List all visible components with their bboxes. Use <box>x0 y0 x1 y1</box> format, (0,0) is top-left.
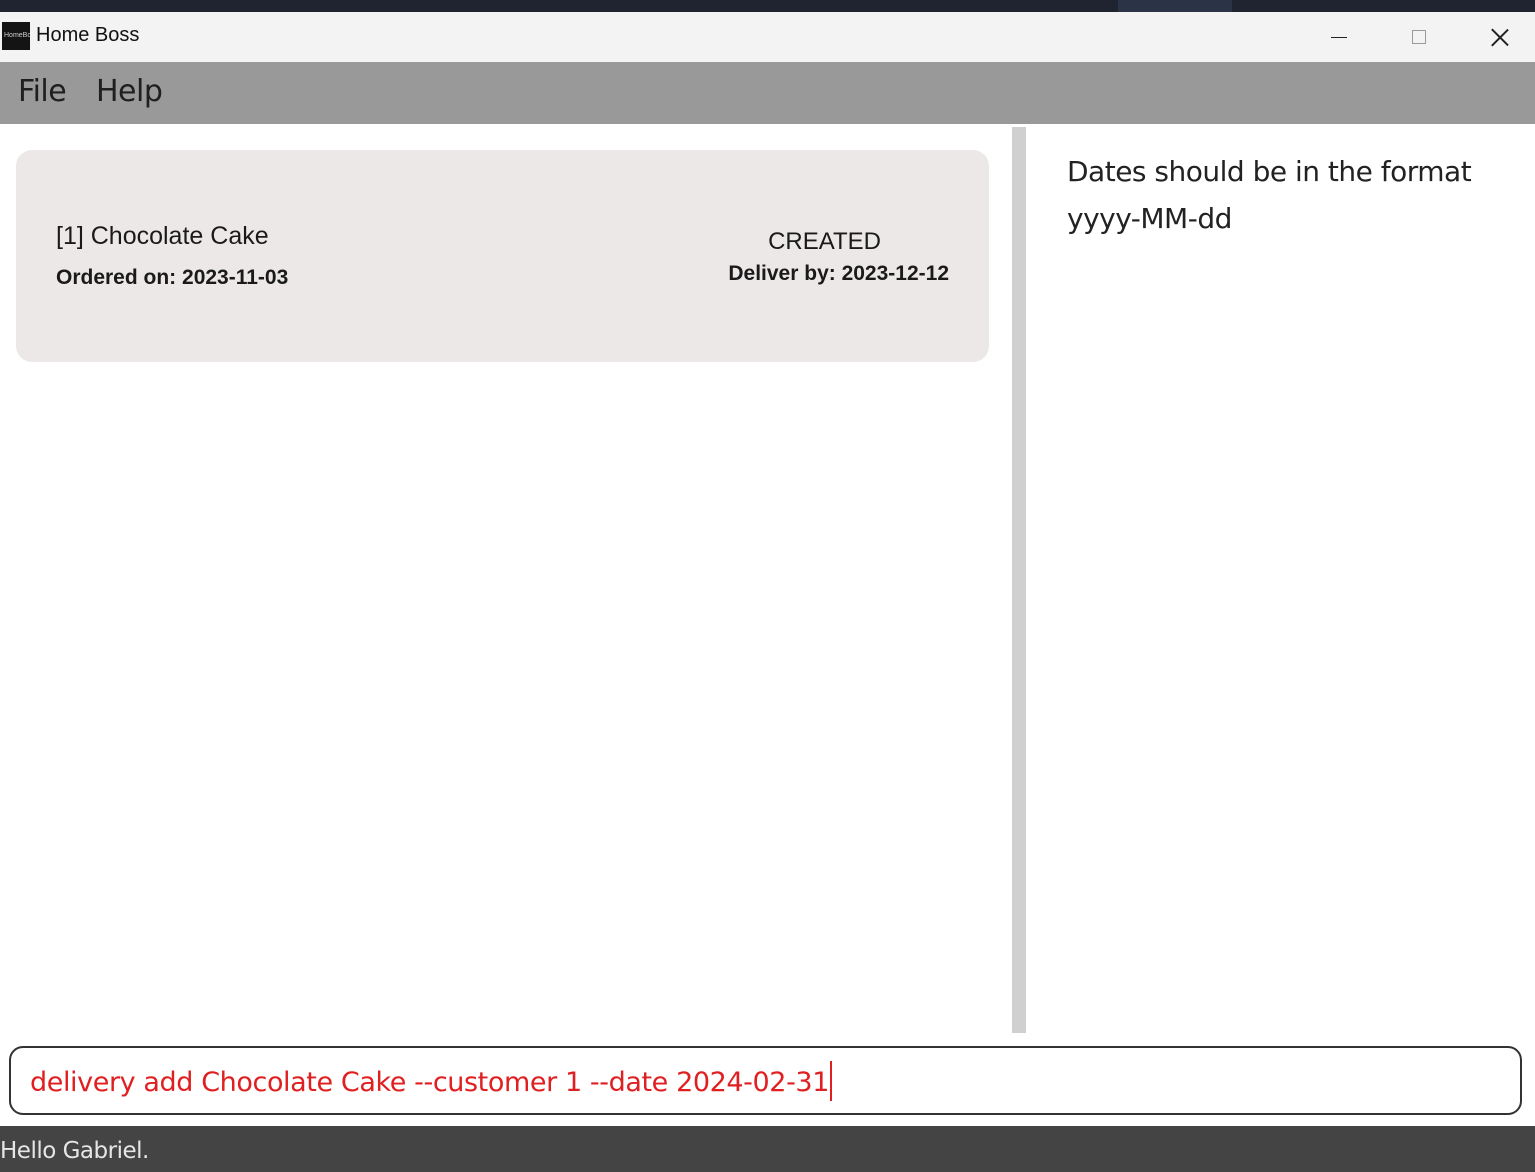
status-bar: Hello Gabriel. <box>0 1126 1535 1172</box>
close-button[interactable] <box>1460 12 1535 62</box>
maximize-button[interactable] <box>1379 12 1459 62</box>
maximize-icon <box>1412 30 1426 44</box>
menu-help[interactable]: Help <box>96 74 163 109</box>
status-message: Hello Gabriel. <box>0 1138 149 1164</box>
command-box[interactable]: delivery add Chocolate Cake --customer 1… <box>9 1046 1522 1115</box>
app-window: HomeBoss Home Boss File Help [1] Chocola… <box>0 0 1535 1172</box>
delivery-deliver-by: Deliver by: 2023-12-12 <box>728 262 949 285</box>
window-title: Home Boss <box>36 24 140 46</box>
desktop-taskbar-strip <box>0 0 1535 12</box>
result-display-panel: Dates should be in the format yyyy-MM-dd <box>1027 124 1535 1034</box>
minimize-icon <box>1331 36 1347 38</box>
close-icon <box>1491 28 1509 46</box>
panel-divider-scrollbar[interactable] <box>1012 127 1026 1033</box>
title-bar[interactable]: HomeBoss Home Boss <box>0 12 1535 62</box>
command-input[interactable]: delivery add Chocolate Cake --customer 1… <box>30 1061 832 1101</box>
text-caret <box>829 1061 832 1101</box>
delivery-ordered-date: Ordered on: 2023-11-03 <box>56 266 289 289</box>
menu-bar: File Help <box>0 62 1535 124</box>
menu-file[interactable]: File <box>18 74 67 109</box>
delivery-status: CREATED <box>768 228 881 255</box>
minimize-button[interactable] <box>1299 12 1379 62</box>
result-message: Dates should be in the format yyyy-MM-dd <box>1067 155 1472 235</box>
delivery-card[interactable]: [1] Chocolate Cake Ordered on: 2023-11-0… <box>16 150 989 362</box>
command-text: delivery add Chocolate Cake --customer 1… <box>30 1067 829 1098</box>
taskbar-highlight <box>1118 0 1232 12</box>
delivery-title: [1] Chocolate Cake <box>56 222 269 250</box>
app-logo-icon: HomeBoss <box>2 22 30 50</box>
delivery-list-panel: [1] Chocolate Cake Ordered on: 2023-11-0… <box>0 124 1011 1034</box>
